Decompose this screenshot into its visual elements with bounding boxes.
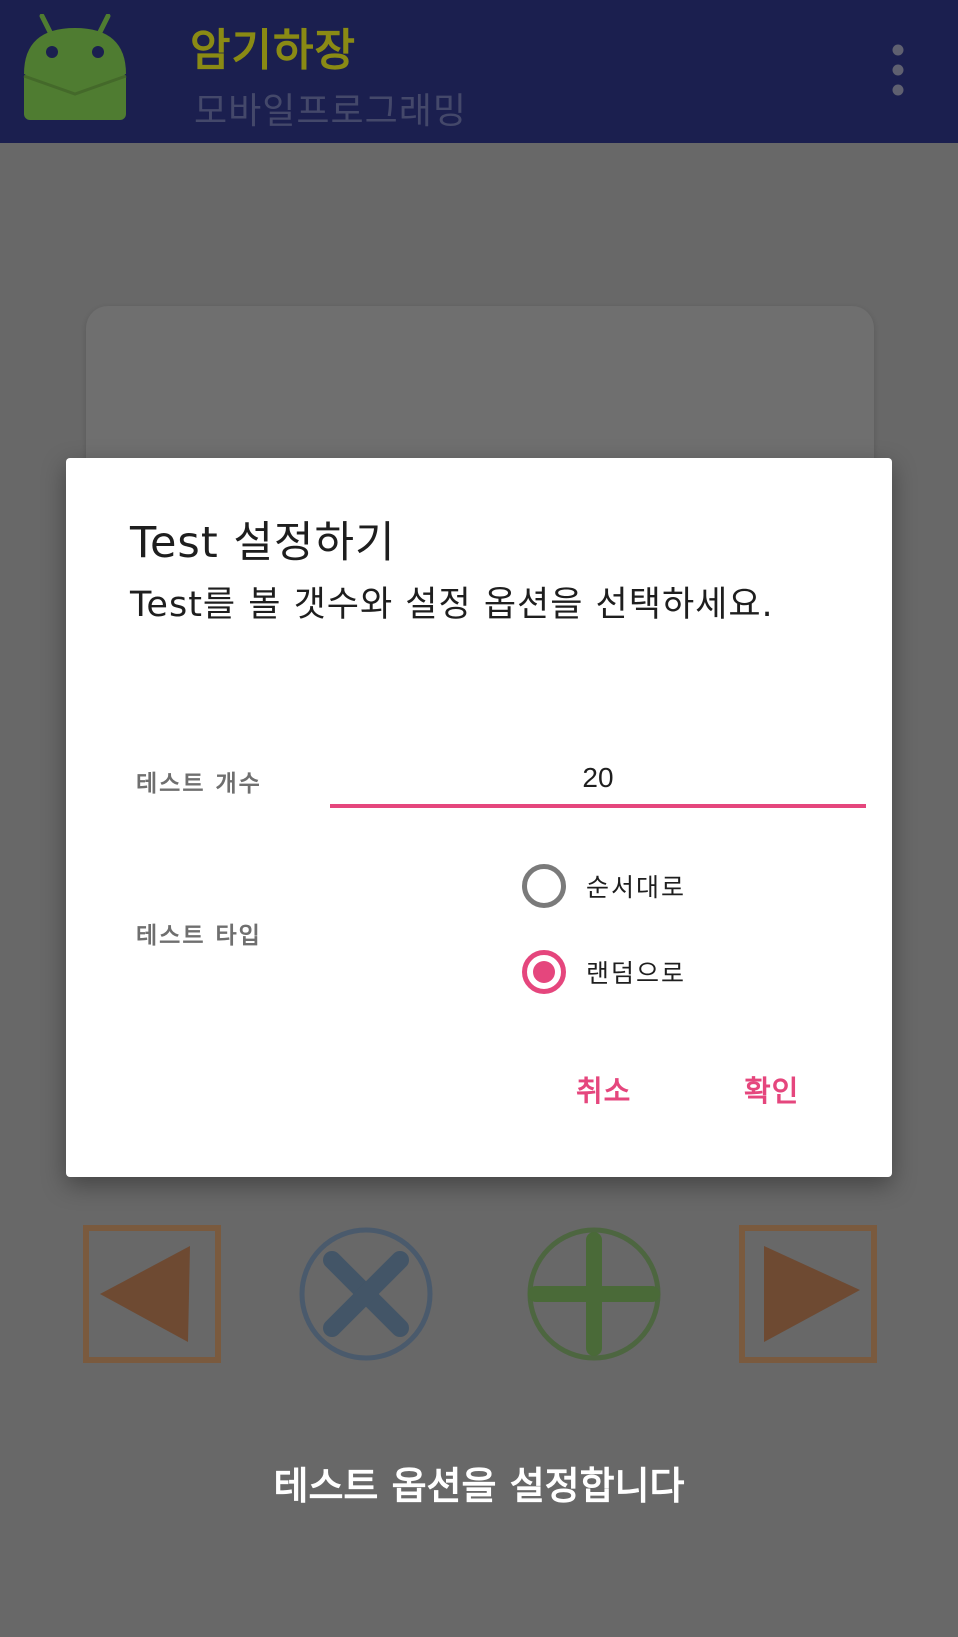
more-vert-icon[interactable] bbox=[886, 40, 910, 100]
app-subtitle: 모바일프로그래밍 bbox=[194, 91, 467, 132]
radio-checked-icon[interactable] bbox=[522, 950, 566, 994]
dialog-title: Test 설정하기 bbox=[130, 518, 396, 568]
cancel-button[interactable]: 취소 bbox=[576, 1068, 631, 1118]
radio-sequential[interactable]: 순서대로 bbox=[522, 858, 686, 914]
triangle-left-icon[interactable] bbox=[82, 1224, 222, 1364]
caption-text: 테스트 옵션을 설정합니다 bbox=[273, 1464, 685, 1508]
dialog-message: Test를 볼 갯수와 설정 옵션을 선택하세요. bbox=[130, 585, 774, 625]
test-count-label: 테스트 개수 bbox=[136, 771, 262, 797]
radio-unchecked-icon[interactable] bbox=[522, 864, 566, 908]
plus-circle-icon[interactable] bbox=[524, 1224, 664, 1364]
x-circle-icon[interactable] bbox=[296, 1224, 436, 1364]
radio-random-label: 랜덤으로 bbox=[586, 959, 687, 988]
test-settings-dialog: Test 설정하기 Test를 볼 갯수와 설정 옵션을 선택하세요. 테스트 … bbox=[66, 458, 892, 1177]
app-bar: 암기하장 모바일프로그래밍 bbox=[0, 0, 958, 143]
triangle-right-icon[interactable] bbox=[738, 1224, 878, 1364]
test-count-input[interactable] bbox=[330, 752, 866, 808]
ok-button[interactable]: 확인 bbox=[744, 1068, 799, 1118]
app-title: 암기하장 bbox=[190, 25, 356, 76]
test-type-label: 테스트 타입 bbox=[136, 923, 262, 949]
android-robot-icon bbox=[23, 14, 127, 120]
radio-dot bbox=[533, 961, 555, 983]
radio-random[interactable]: 랜덤으로 bbox=[522, 944, 686, 1000]
radio-sequential-label: 순서대로 bbox=[586, 873, 687, 902]
